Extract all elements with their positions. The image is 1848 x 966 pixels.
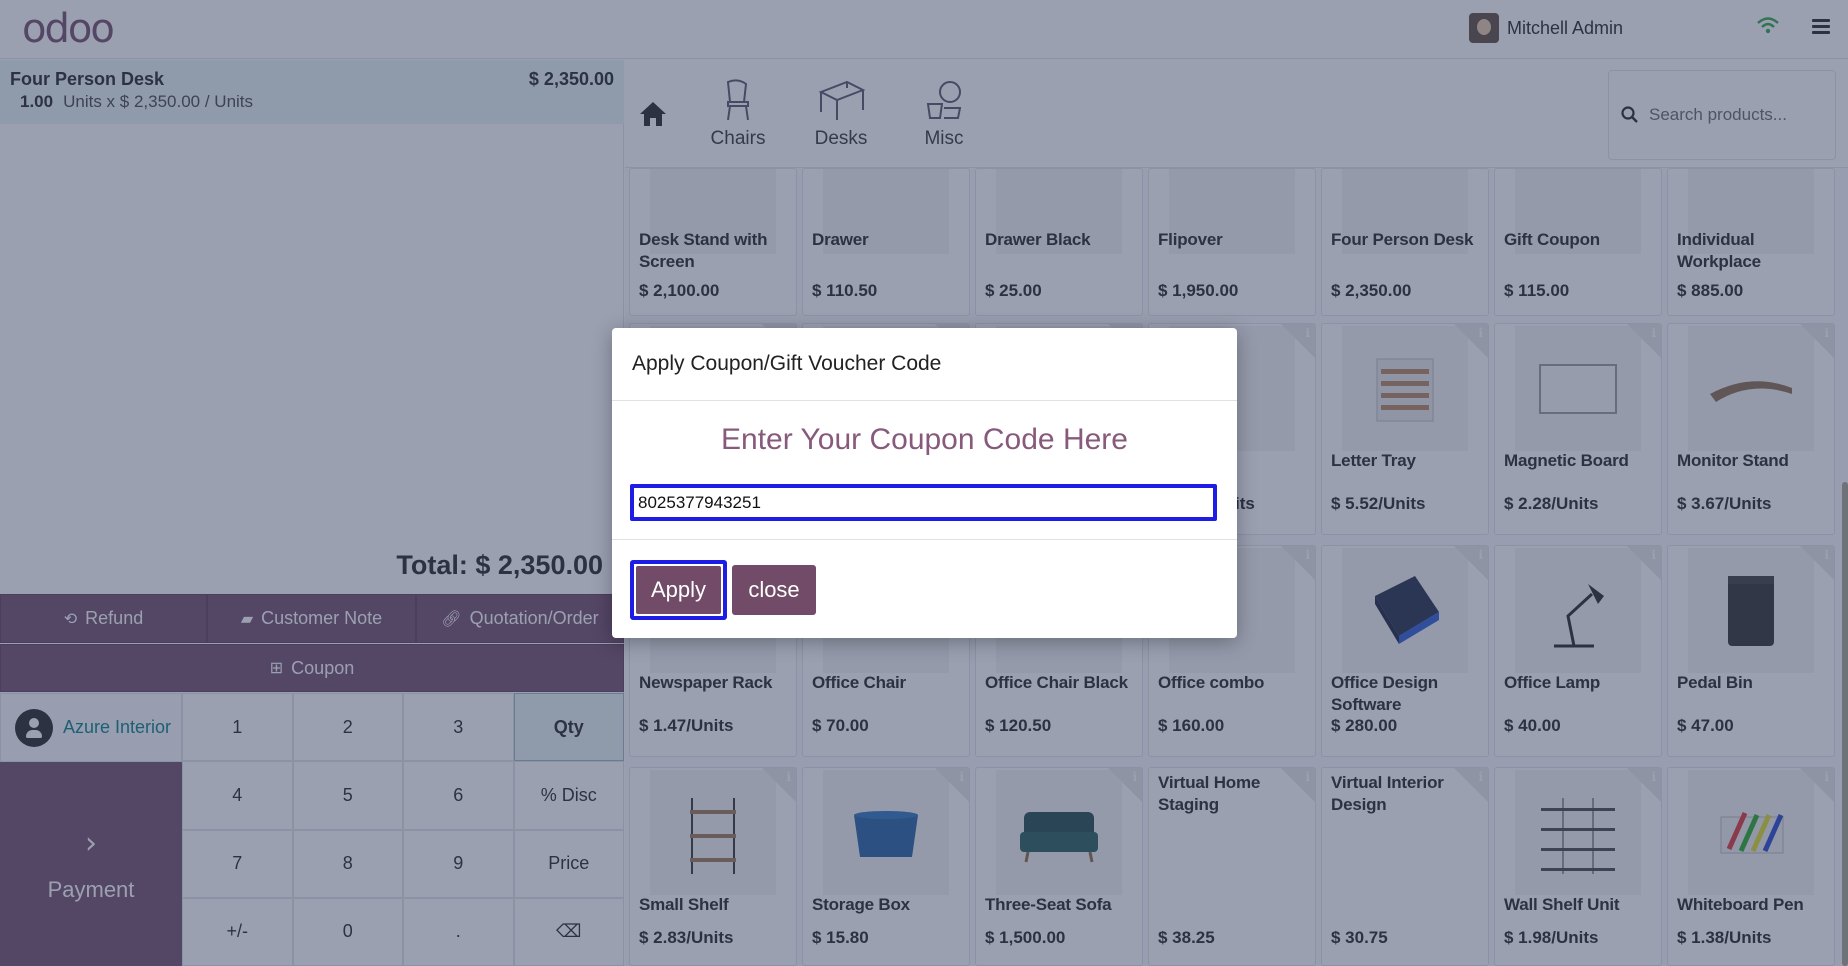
apply-button-label: Apply bbox=[636, 566, 721, 614]
coupon-dialog: Apply Coupon/Gift Voucher Code Enter You… bbox=[612, 328, 1237, 638]
dialog-subtitle: Enter Your Coupon Code Here bbox=[721, 423, 1128, 456]
apply-button[interactable]: Apply bbox=[630, 560, 727, 620]
coupon-code-input[interactable] bbox=[630, 484, 1217, 521]
close-button[interactable]: close bbox=[732, 565, 816, 615]
product-scrollbar[interactable] bbox=[1842, 482, 1848, 966]
dialog-title: Apply Coupon/Gift Voucher Code bbox=[612, 328, 1237, 401]
dialog-divider bbox=[612, 539, 1237, 540]
